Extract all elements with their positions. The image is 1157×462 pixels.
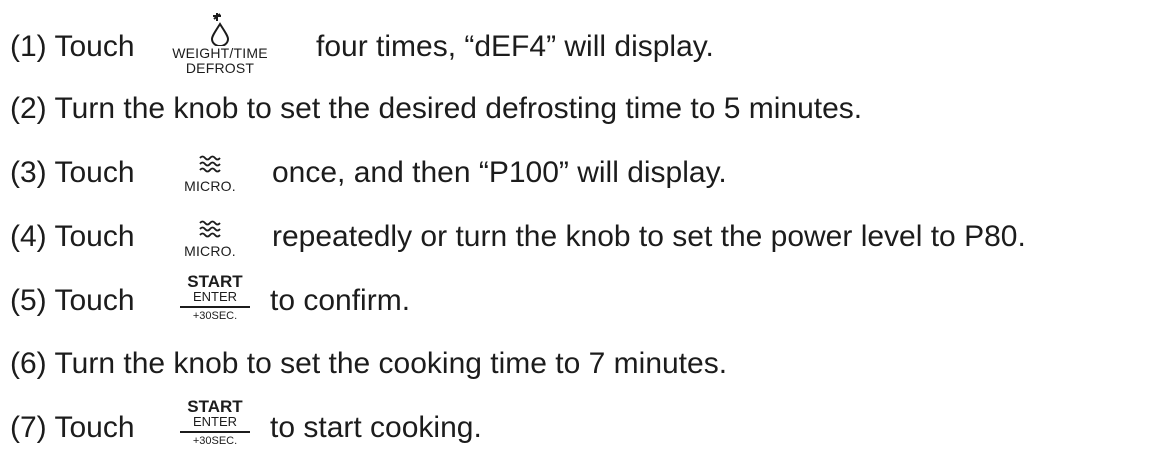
step-2-text: (2) Turn the knob to set the desired def… xyxy=(10,92,863,125)
step-4-suffix: repeatedly or turn the knob to set the p… xyxy=(272,220,1026,253)
step-6-text: (6) Turn the knob to set the cooking tim… xyxy=(10,347,728,380)
microwave-waves-icon xyxy=(199,220,221,238)
start-label: START xyxy=(187,397,243,416)
defrost-label: DEFROST xyxy=(185,60,255,76)
step-3-prefix: (3) Touch xyxy=(10,156,135,189)
step-1-suffix: four times, “dEF4” will display. xyxy=(316,30,714,63)
divider xyxy=(180,306,250,308)
enter-label: ENTER xyxy=(192,414,238,429)
step-7-prefix: (7) Touch xyxy=(10,411,135,444)
weight-time-label: WEIGHT/TIME xyxy=(172,45,268,61)
step-5-suffix: to confirm. xyxy=(270,284,411,317)
divider xyxy=(180,431,250,433)
step-3-suffix: once, and then “P100” will display. xyxy=(272,156,727,189)
micro-button-icon: MICRO. xyxy=(180,218,240,259)
microwave-waves-icon xyxy=(199,155,221,173)
plus-30-sec-label: +30SEC. xyxy=(192,310,238,322)
micro-label: MICRO. xyxy=(184,178,236,194)
weight-time-defrost-button-icon: WEIGHT/TIME DEFROST xyxy=(168,12,272,76)
step-7-suffix: to start cooking. xyxy=(270,411,482,444)
micro-label: MICRO. xyxy=(184,243,236,259)
step-1-prefix: (1) Touch xyxy=(10,30,135,63)
start-enter-button-icon: START ENTER +30SEC. xyxy=(180,273,250,322)
step-5-prefix: (5) Touch xyxy=(10,284,135,317)
start-label: START xyxy=(187,272,243,291)
enter-label: ENTER xyxy=(192,289,238,304)
drop-icon xyxy=(210,13,230,46)
plus-30-sec-label: +30SEC. xyxy=(192,435,238,447)
micro-button-icon: MICRO. xyxy=(180,153,240,194)
step-4-prefix: (4) Touch xyxy=(10,220,135,253)
start-enter-button-icon: START ENTER +30SEC. xyxy=(180,398,250,447)
